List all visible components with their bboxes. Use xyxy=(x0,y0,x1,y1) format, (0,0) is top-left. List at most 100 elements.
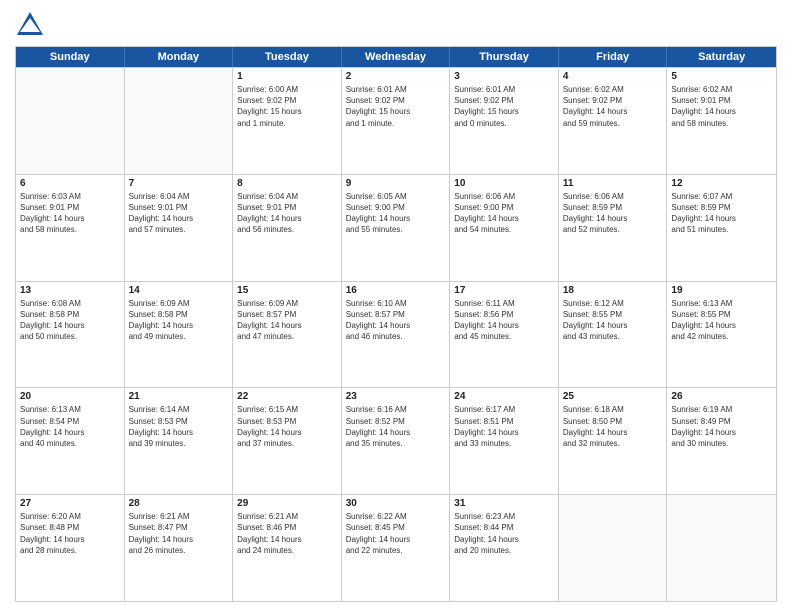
day-number: 8 xyxy=(237,178,337,189)
calendar-cell: 7 Sunrise: 6:04 AM Sunset: 9:01 PM Daylig… xyxy=(125,175,234,281)
cell-text: Sunrise: 6:09 AM Sunset: 8:57 PM Dayligh… xyxy=(237,298,337,343)
day-number: 2 xyxy=(346,71,446,82)
cell-text: Sunrise: 6:16 AM Sunset: 8:52 PM Dayligh… xyxy=(346,404,446,449)
calendar-cell: 13 Sunrise: 6:08 AM Sunset: 8:58 PM Dayli… xyxy=(16,282,125,388)
cell-text: Sunrise: 6:15 AM Sunset: 8:53 PM Dayligh… xyxy=(237,404,337,449)
calendar-cell xyxy=(16,68,125,174)
header-day-wednesday: Wednesday xyxy=(342,47,451,67)
calendar-cell: 20 Sunrise: 6:13 AM Sunset: 8:54 PM Dayli… xyxy=(16,388,125,494)
calendar-week-4: 20 Sunrise: 6:13 AM Sunset: 8:54 PM Dayli… xyxy=(16,387,776,494)
day-number: 6 xyxy=(20,178,120,189)
header-day-thursday: Thursday xyxy=(450,47,559,67)
day-number: 21 xyxy=(129,391,229,402)
calendar-cell: 16 Sunrise: 6:10 AM Sunset: 8:57 PM Dayli… xyxy=(342,282,451,388)
calendar-cell: 10 Sunrise: 6:06 AM Sunset: 9:00 PM Dayli… xyxy=(450,175,559,281)
calendar-cell: 22 Sunrise: 6:15 AM Sunset: 8:53 PM Dayli… xyxy=(233,388,342,494)
calendar-week-3: 13 Sunrise: 6:08 AM Sunset: 8:58 PM Dayli… xyxy=(16,281,776,388)
cell-text: Sunrise: 6:08 AM Sunset: 8:58 PM Dayligh… xyxy=(20,298,120,343)
day-number: 20 xyxy=(20,391,120,402)
cell-text: Sunrise: 6:14 AM Sunset: 8:53 PM Dayligh… xyxy=(129,404,229,449)
calendar: SundayMondayTuesdayWednesdayThursdayFrid… xyxy=(15,46,777,602)
calendar-cell: 2 Sunrise: 6:01 AM Sunset: 9:02 PM Daylig… xyxy=(342,68,451,174)
header-day-monday: Monday xyxy=(125,47,234,67)
header-day-sunday: Sunday xyxy=(16,47,125,67)
cell-text: Sunrise: 6:01 AM Sunset: 9:02 PM Dayligh… xyxy=(454,84,554,129)
cell-text: Sunrise: 6:12 AM Sunset: 8:55 PM Dayligh… xyxy=(563,298,663,343)
day-number: 3 xyxy=(454,71,554,82)
day-number: 19 xyxy=(671,285,772,296)
day-number: 31 xyxy=(454,498,554,509)
day-number: 27 xyxy=(20,498,120,509)
cell-text: Sunrise: 6:23 AM Sunset: 8:44 PM Dayligh… xyxy=(454,511,554,556)
day-number: 17 xyxy=(454,285,554,296)
calendar-cell xyxy=(559,495,668,601)
calendar-cell: 12 Sunrise: 6:07 AM Sunset: 8:59 PM Dayli… xyxy=(667,175,776,281)
day-number: 13 xyxy=(20,285,120,296)
cell-text: Sunrise: 6:10 AM Sunset: 8:57 PM Dayligh… xyxy=(346,298,446,343)
cell-text: Sunrise: 6:02 AM Sunset: 9:01 PM Dayligh… xyxy=(671,84,772,129)
day-number: 9 xyxy=(346,178,446,189)
cell-text: Sunrise: 6:20 AM Sunset: 8:48 PM Dayligh… xyxy=(20,511,120,556)
calendar-cell: 11 Sunrise: 6:06 AM Sunset: 8:59 PM Dayli… xyxy=(559,175,668,281)
header-day-friday: Friday xyxy=(559,47,668,67)
day-number: 29 xyxy=(237,498,337,509)
calendar-cell: 19Sunrise: 6:13 AM Sunset: 8:55 PM Dayli… xyxy=(667,282,776,388)
cell-text: Sunrise: 6:13 AM Sunset: 8:54 PM Dayligh… xyxy=(20,404,120,449)
calendar-cell: 25Sunrise: 6:18 AM Sunset: 8:50 PM Dayli… xyxy=(559,388,668,494)
page: SundayMondayTuesdayWednesdayThursdayFrid… xyxy=(0,0,792,612)
day-number: 12 xyxy=(671,178,772,189)
calendar-week-2: 6 Sunrise: 6:03 AM Sunset: 9:01 PM Daylig… xyxy=(16,174,776,281)
calendar-cell: 3 Sunrise: 6:01 AM Sunset: 9:02 PM Daylig… xyxy=(450,68,559,174)
cell-text: Sunrise: 6:04 AM Sunset: 9:01 PM Dayligh… xyxy=(237,191,337,236)
calendar-cell: 15 Sunrise: 6:09 AM Sunset: 8:57 PM Dayli… xyxy=(233,282,342,388)
calendar-cell: 29 Sunrise: 6:21 AM Sunset: 8:46 PM Dayli… xyxy=(233,495,342,601)
cell-text: Sunrise: 6:22 AM Sunset: 8:45 PM Dayligh… xyxy=(346,511,446,556)
day-number: 16 xyxy=(346,285,446,296)
calendar-cell: 8 Sunrise: 6:04 AM Sunset: 9:01 PM Daylig… xyxy=(233,175,342,281)
cell-text: Sunrise: 6:00 AM Sunset: 9:02 PM Dayligh… xyxy=(237,84,337,129)
day-number: 11 xyxy=(563,178,663,189)
header-day-saturday: Saturday xyxy=(667,47,776,67)
cell-text: Sunrise: 6:06 AM Sunset: 8:59 PM Dayligh… xyxy=(563,191,663,236)
cell-text: Sunrise: 6:04 AM Sunset: 9:01 PM Dayligh… xyxy=(129,191,229,236)
cell-text: Sunrise: 6:07 AM Sunset: 8:59 PM Dayligh… xyxy=(671,191,772,236)
day-number: 14 xyxy=(129,285,229,296)
calendar-cell: 23Sunrise: 6:16 AM Sunset: 8:52 PM Dayli… xyxy=(342,388,451,494)
calendar-cell: 26Sunrise: 6:19 AM Sunset: 8:49 PM Dayli… xyxy=(667,388,776,494)
cell-text: Sunrise: 6:02 AM Sunset: 9:02 PM Dayligh… xyxy=(563,84,663,129)
day-number: 22 xyxy=(237,391,337,402)
cell-text: Sunrise: 6:18 AM Sunset: 8:50 PM Dayligh… xyxy=(563,404,663,449)
day-number: 24 xyxy=(454,391,554,402)
day-number: 5 xyxy=(671,71,772,82)
calendar-cell: 1 Sunrise: 6:00 AM Sunset: 9:02 PM Daylig… xyxy=(233,68,342,174)
calendar-cell: 17Sunrise: 6:11 AM Sunset: 8:56 PM Dayli… xyxy=(450,282,559,388)
logo xyxy=(15,10,49,40)
day-number: 7 xyxy=(129,178,229,189)
day-number: 26 xyxy=(671,391,772,402)
day-number: 28 xyxy=(129,498,229,509)
calendar-body: 1 Sunrise: 6:00 AM Sunset: 9:02 PM Daylig… xyxy=(16,67,776,601)
calendar-cell: 14 Sunrise: 6:09 AM Sunset: 8:58 PM Dayli… xyxy=(125,282,234,388)
cell-text: Sunrise: 6:05 AM Sunset: 9:00 PM Dayligh… xyxy=(346,191,446,236)
calendar-cell: 18Sunrise: 6:12 AM Sunset: 8:55 PM Dayli… xyxy=(559,282,668,388)
calendar-cell xyxy=(125,68,234,174)
cell-text: Sunrise: 6:06 AM Sunset: 9:00 PM Dayligh… xyxy=(454,191,554,236)
day-number: 10 xyxy=(454,178,554,189)
day-number: 1 xyxy=(237,71,337,82)
cell-text: Sunrise: 6:21 AM Sunset: 8:46 PM Dayligh… xyxy=(237,511,337,556)
cell-text: Sunrise: 6:17 AM Sunset: 8:51 PM Dayligh… xyxy=(454,404,554,449)
cell-text: Sunrise: 6:21 AM Sunset: 8:47 PM Dayligh… xyxy=(129,511,229,556)
logo-icon xyxy=(15,10,45,40)
calendar-cell: 9 Sunrise: 6:05 AM Sunset: 9:00 PM Daylig… xyxy=(342,175,451,281)
header-day-tuesday: Tuesday xyxy=(233,47,342,67)
cell-text: Sunrise: 6:03 AM Sunset: 9:01 PM Dayligh… xyxy=(20,191,120,236)
calendar-cell xyxy=(667,495,776,601)
calendar-cell: 30 Sunrise: 6:22 AM Sunset: 8:45 PM Dayli… xyxy=(342,495,451,601)
day-number: 30 xyxy=(346,498,446,509)
cell-text: Sunrise: 6:01 AM Sunset: 9:02 PM Dayligh… xyxy=(346,84,446,129)
cell-text: Sunrise: 6:09 AM Sunset: 8:58 PM Dayligh… xyxy=(129,298,229,343)
header xyxy=(15,10,777,40)
calendar-cell: 28 Sunrise: 6:21 AM Sunset: 8:47 PM Dayli… xyxy=(125,495,234,601)
day-number: 15 xyxy=(237,285,337,296)
calendar-week-1: 1 Sunrise: 6:00 AM Sunset: 9:02 PM Daylig… xyxy=(16,67,776,174)
